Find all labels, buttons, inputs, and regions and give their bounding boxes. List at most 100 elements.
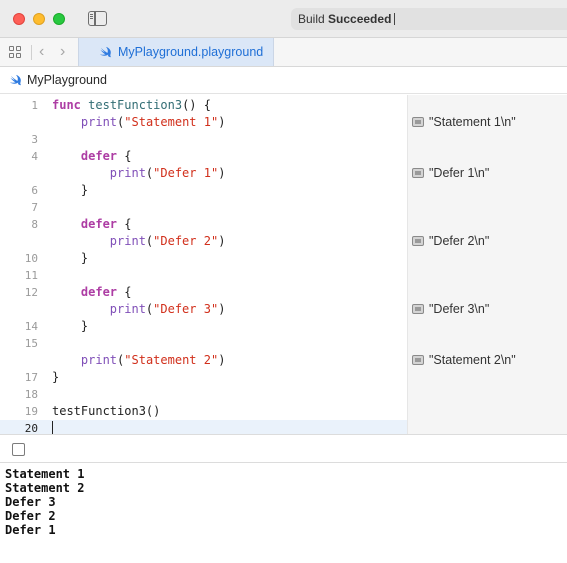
code-line[interactable]: 6 } [0,182,407,199]
code-line[interactable]: 7 [0,199,407,216]
keyword: defer [80,217,118,231]
code-editor[interactable]: 1 func testFunction3() { print("Statement… [0,95,407,437]
code-line[interactable]: 4 defer { [0,148,407,165]
result-text: "Statement 1\n" [429,115,516,129]
breadcrumb-item-myplayground[interactable]: MyPlayground [27,73,107,87]
result-text: "Defer 2\n" [429,234,490,248]
quick-look-icon[interactable] [412,168,424,178]
line-number: 3 [31,133,38,146]
console-line: Defer 2 [5,509,56,523]
code-line[interactable]: print("Statement 2") [0,352,407,369]
result-item[interactable]: "Statement 2\n" [412,352,516,369]
code-line[interactable]: 14 } [0,318,407,335]
related-items-grid-icon[interactable] [9,46,22,59]
text-cursor [52,421,54,435]
code-line[interactable]: print("Defer 1") [0,165,407,182]
console-line: Defer 1 [5,523,56,537]
back-chevron-icon[interactable]: ‹ [39,44,44,60]
line-number: 8 [31,218,38,231]
string-literal: "Statement 2" [124,353,219,367]
result-item[interactable]: "Defer 2\n" [412,233,489,250]
quick-look-icon[interactable] [412,355,424,365]
code-text: } [52,369,59,386]
code-line[interactable]: 12 defer { [0,284,407,301]
code-punctuation: ) [218,234,226,248]
code-line[interactable]: print("Defer 2") [0,233,407,250]
code-line[interactable]: print("Statement 1") [0,114,407,131]
code-line[interactable]: 11 [0,267,407,284]
code-punctuation: ) [218,302,226,316]
function-call: print [109,302,146,316]
code-line[interactable]: 8 defer { [0,216,407,233]
code-line[interactable]: 18 [0,386,407,403]
result-item[interactable]: "Statement 1\n" [412,114,516,131]
code-punctuation: } [52,319,89,333]
results-sidebar [407,95,567,434]
line-number: 18 [24,388,38,401]
quick-look-icon[interactable] [412,236,424,246]
result-text: "Defer 3\n" [429,302,490,316]
code-line[interactable]: 3 [0,131,407,148]
status-state: Succeeded [328,12,392,26]
forward-chevron-icon[interactable]: › [60,44,65,60]
code-text: print("Statement 2") [52,352,226,369]
code-line[interactable]: 10 } [0,250,407,267]
function-call: print [109,166,146,180]
console-line: Defer 3 [5,495,56,509]
line-number: 14 [24,320,38,333]
nav-divider [31,45,32,60]
string-literal: "Defer 2" [153,234,219,248]
code-punctuation: ) [218,353,226,367]
line-number: 7 [31,201,38,214]
tab-myplayground[interactable]: MyPlayground.playground [78,38,274,66]
code-punctuation [52,234,110,248]
line-number: 4 [31,150,38,163]
sidebar-toggle-icon[interactable] [88,11,107,26]
code-text: func testFunction3() { [52,97,211,114]
code-punctuation: () [145,404,161,418]
zoom-window-button[interactable] [53,13,65,25]
code-line[interactable]: 15 [0,335,407,352]
code-punctuation [52,166,110,180]
show-console-toggle-icon[interactable] [12,443,25,456]
line-number: 15 [24,337,38,350]
code-punctuation [52,285,81,299]
code-text: testFunction3() [52,403,160,420]
function-call: print [80,115,118,129]
code-line[interactable]: 17} [0,369,407,386]
quick-look-icon[interactable] [412,304,424,314]
code-punctuation: ) [218,166,226,180]
console-output[interactable]: Statement 1 Statement 2 Defer 3 Defer 2 Defe… [0,463,567,563]
code-text: print("Defer 1") [52,165,226,182]
code-text: defer { [52,284,132,301]
string-literal: "Defer 3" [153,302,219,316]
line-number: 1 [31,99,38,112]
result-text: "Defer 1\n" [429,166,490,180]
status-cursor [394,13,396,25]
quick-look-icon[interactable] [412,117,424,127]
code-punctuation [52,353,81,367]
result-item[interactable]: "Defer 3\n" [412,301,489,318]
code-line[interactable]: 19 testFunction3() [0,403,407,420]
string-literal: "Statement 1" [124,115,219,129]
code-punctuation: { [117,217,132,231]
code-text: } [52,318,88,335]
activity-status-box: Build Succeeded [291,8,567,30]
status-prefix: Build [298,12,325,26]
code-line[interactable]: 1 func testFunction3() { [0,97,407,114]
tab-label: MyPlayground.playground [118,45,264,59]
result-text: "Statement 2\n" [429,353,516,367]
swift-icon [9,74,22,86]
line-number: 11 [24,269,38,282]
code-punctuation [52,149,81,163]
minimize-window-button[interactable] [33,13,45,25]
breadcrumb: MyPlayground [0,67,567,94]
code-text: defer { [52,216,132,233]
code-punctuation: } [52,370,60,384]
debug-bar [0,434,567,463]
result-item[interactable]: "Defer 1\n" [412,165,489,182]
close-window-button[interactable] [13,13,25,25]
code-line[interactable]: print("Defer 3") [0,301,407,318]
line-number: 17 [24,371,38,384]
console-line: Statement 1 [5,467,85,481]
